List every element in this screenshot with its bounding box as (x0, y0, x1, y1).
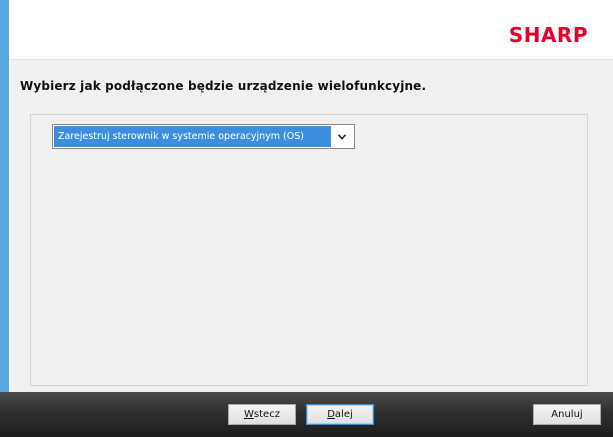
next-button-label: alej (334, 409, 353, 420)
footer-bar: Wstecz Dalej Anuluj (0, 392, 613, 437)
header: SHARP (9, 0, 613, 60)
main-content: Wybierz jak podłączone będzie urządzenie… (9, 60, 613, 392)
back-button-mnemonic: W (244, 409, 254, 420)
connection-type-dropdown[interactable]: Zarejestruj sterownik w systemie operacy… (52, 124, 355, 149)
installer-window: SHARP Wybierz jak podłączone będzie urzą… (0, 0, 613, 437)
window-left-frame (0, 0, 9, 392)
sharp-logo: SHARP (508, 23, 588, 47)
dropdown-selected-value[interactable]: Zarejestruj sterownik w systemie operacy… (54, 126, 331, 147)
back-button[interactable]: Wstecz (228, 404, 296, 425)
next-button[interactable]: Dalej (306, 404, 374, 425)
page-instruction: Wybierz jak podłączone będzie urządzenie… (20, 79, 427, 93)
connection-options-group: Zarejestruj sterownik w systemie operacy… (30, 114, 588, 386)
chevron-down-icon (338, 134, 346, 140)
cancel-button[interactable]: Anuluj (533, 404, 601, 425)
next-button-mnemonic: D (327, 409, 335, 420)
dropdown-arrow-button[interactable] (331, 126, 353, 147)
back-button-label: stecz (253, 409, 280, 420)
